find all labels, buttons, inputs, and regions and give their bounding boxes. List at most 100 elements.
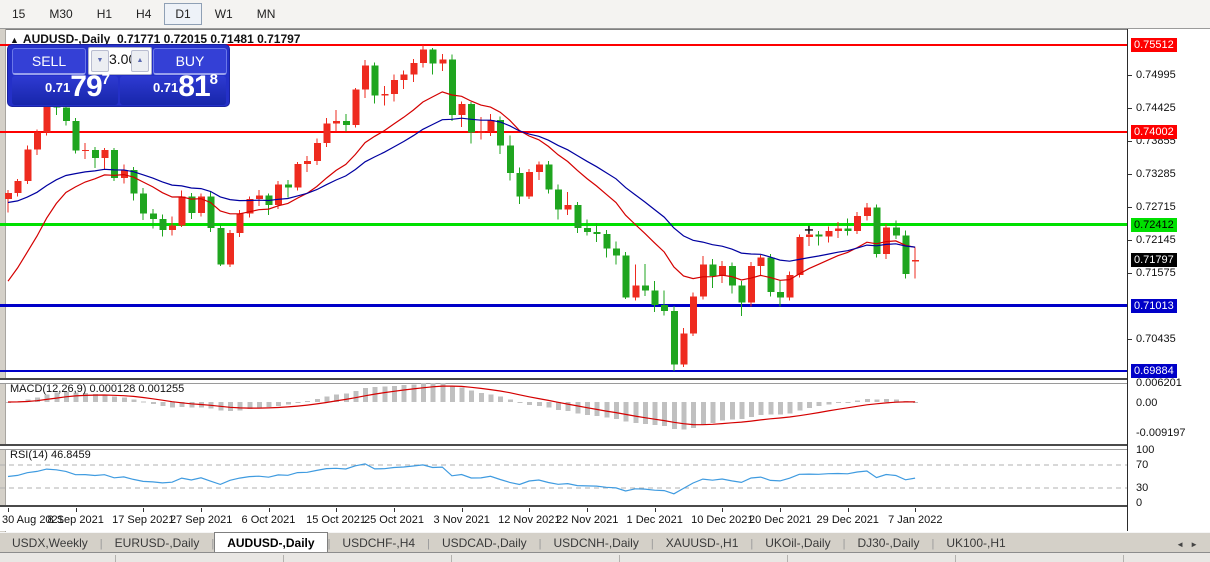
candle-body bbox=[343, 121, 350, 125]
candle-body bbox=[352, 90, 359, 125]
candle-body bbox=[507, 145, 514, 173]
macd-histogram-bar bbox=[353, 391, 358, 402]
volume-increment-icon[interactable]: ▲ bbox=[131, 50, 149, 72]
macd-histogram-bar bbox=[508, 400, 513, 402]
candle-body bbox=[111, 150, 118, 178]
rsi-panel[interactable] bbox=[0, 447, 1127, 506]
candle-body bbox=[73, 121, 80, 151]
candle-body bbox=[5, 193, 12, 199]
scrollbar-tick bbox=[451, 555, 452, 562]
timeframe-button-15[interactable]: 15 bbox=[1, 3, 36, 25]
candle-body bbox=[835, 229, 842, 231]
buy-price-button[interactable]: 0.71818 bbox=[120, 76, 226, 105]
price-tick-label: 0.72145 bbox=[1136, 234, 1176, 246]
chart-tab-usdcad-daily[interactable]: USDCAD-,Daily bbox=[430, 534, 539, 553]
chart-tab-eurusd-daily[interactable]: EURUSD-,Daily bbox=[103, 534, 212, 553]
candle-body bbox=[661, 305, 668, 311]
candle-body bbox=[323, 123, 330, 143]
horizontal-scrollbar[interactable] bbox=[0, 552, 1210, 562]
macd-histogram-bar bbox=[170, 402, 175, 407]
macd-histogram-bar bbox=[238, 402, 243, 410]
price-tick-mark bbox=[1128, 273, 1132, 274]
date-tick-mark bbox=[76, 508, 77, 512]
timeframe-button-d1[interactable]: D1 bbox=[164, 3, 201, 25]
volume-input[interactable]: 3.00 bbox=[109, 51, 133, 67]
timeframe-button-w1[interactable]: W1 bbox=[204, 3, 244, 25]
chart-tab-dj30-daily[interactable]: DJ30-,Daily bbox=[845, 534, 931, 553]
chart-tab-uk100-h1[interactable]: UK100-,H1 bbox=[934, 534, 1017, 553]
macd-histogram-bar bbox=[710, 402, 715, 423]
candle-body bbox=[468, 104, 475, 132]
scrollbar-tick bbox=[115, 555, 116, 562]
timeframe-button-mn[interactable]: MN bbox=[246, 3, 287, 25]
chart-tab-audusd-daily[interactable]: AUDUSD-,Daily bbox=[214, 532, 327, 553]
macd-histogram-bar bbox=[720, 402, 725, 421]
macd-histogram-bar bbox=[228, 402, 233, 411]
candle-body bbox=[912, 260, 919, 262]
candle-body bbox=[478, 131, 485, 132]
macd-histogram-bar bbox=[392, 386, 397, 402]
candle-body bbox=[816, 235, 823, 237]
candle-body bbox=[372, 65, 379, 95]
chart-tab-xauusd-h1[interactable]: XAUUSD-,H1 bbox=[654, 534, 751, 553]
macd-histogram-bar bbox=[257, 402, 262, 408]
chart-tab-ukoil-daily[interactable]: UKOil-,Daily bbox=[753, 534, 842, 553]
macd-histogram-bar bbox=[489, 394, 494, 402]
tab-scroll-left-icon[interactable]: ◄ bbox=[1176, 540, 1190, 549]
macd-histogram-bar bbox=[286, 402, 291, 405]
chart-tab-usdx-weekly[interactable]: USDX,Weekly bbox=[0, 534, 100, 553]
rsi-axis-label: 100 bbox=[1136, 444, 1154, 456]
tab-scroll-right-icon[interactable]: ► bbox=[1190, 540, 1204, 549]
plus-marker-icon[interactable] bbox=[805, 226, 813, 234]
date-tick-label: 10 Dec 2021 bbox=[691, 514, 753, 526]
price-tick-mark bbox=[1128, 207, 1132, 208]
date-tick-label: 17 Sep 2021 bbox=[112, 514, 174, 526]
macd-histogram-bar bbox=[112, 396, 117, 402]
candle-body bbox=[15, 181, 22, 193]
candle-body bbox=[410, 63, 417, 75]
date-tick-mark bbox=[587, 508, 588, 512]
date-tick-label: 27 Sep 2021 bbox=[170, 514, 232, 526]
candle-body bbox=[34, 133, 41, 150]
scrollbar-tick bbox=[787, 555, 788, 562]
macd-histogram-bar bbox=[730, 402, 735, 420]
candle-body bbox=[130, 170, 137, 193]
macd-histogram-bar bbox=[305, 401, 310, 402]
one-click-collapse-icon[interactable]: ▲ bbox=[10, 35, 19, 45]
candle-body bbox=[902, 236, 909, 274]
horizontal-level-line[interactable] bbox=[0, 370, 1127, 372]
tab-scroll-arrows[interactable]: ◄► bbox=[1176, 540, 1204, 549]
macd-histogram-bar bbox=[189, 402, 194, 408]
volume-decrement-icon[interactable]: ▼ bbox=[91, 50, 109, 72]
candle-body bbox=[430, 50, 437, 64]
candle-body bbox=[82, 150, 89, 151]
axis-separator bbox=[1127, 29, 1128, 531]
macd-histogram-bar bbox=[836, 402, 841, 403]
chart-tab-usdcnh-daily[interactable]: USDCNH-,Daily bbox=[542, 534, 651, 553]
price-axis[interactable]: 0.749950.744250.738550.732850.727150.721… bbox=[1128, 29, 1210, 531]
timeframe-button-h4[interactable]: H4 bbox=[125, 3, 162, 25]
candle-body bbox=[536, 164, 543, 172]
rsi-axis-label: 30 bbox=[1136, 482, 1148, 494]
candle-body bbox=[304, 161, 311, 164]
horizontal-level-line[interactable] bbox=[0, 304, 1127, 307]
scrollbar-tick bbox=[1123, 555, 1124, 562]
macd-histogram-bar bbox=[45, 395, 50, 402]
timeframe-button-m30[interactable]: M30 bbox=[38, 3, 83, 25]
macd-histogram-bar bbox=[546, 402, 551, 408]
horizontal-level-line[interactable] bbox=[0, 131, 1127, 133]
candle-body bbox=[314, 143, 321, 161]
macd-histogram-bar bbox=[865, 399, 870, 402]
macd-histogram-bar bbox=[296, 402, 301, 403]
macd-histogram-bar bbox=[884, 399, 889, 402]
date-tick-label: 1 Dec 2021 bbox=[627, 514, 683, 526]
date-axis[interactable]: 30 Aug 20218 Sep 202117 Sep 202127 Sep 2… bbox=[0, 508, 1127, 531]
rsi-axis-label: 70 bbox=[1136, 459, 1148, 471]
candle-body bbox=[63, 108, 70, 121]
chart-tab-usdchf-h4[interactable]: USDCHF-,H4 bbox=[330, 534, 427, 553]
timeframe-button-h1[interactable]: H1 bbox=[86, 3, 123, 25]
candle-body bbox=[652, 291, 659, 305]
candle-body bbox=[217, 228, 224, 264]
sell-price-button[interactable]: 0.71797 bbox=[12, 76, 118, 105]
candle-body bbox=[449, 60, 456, 116]
